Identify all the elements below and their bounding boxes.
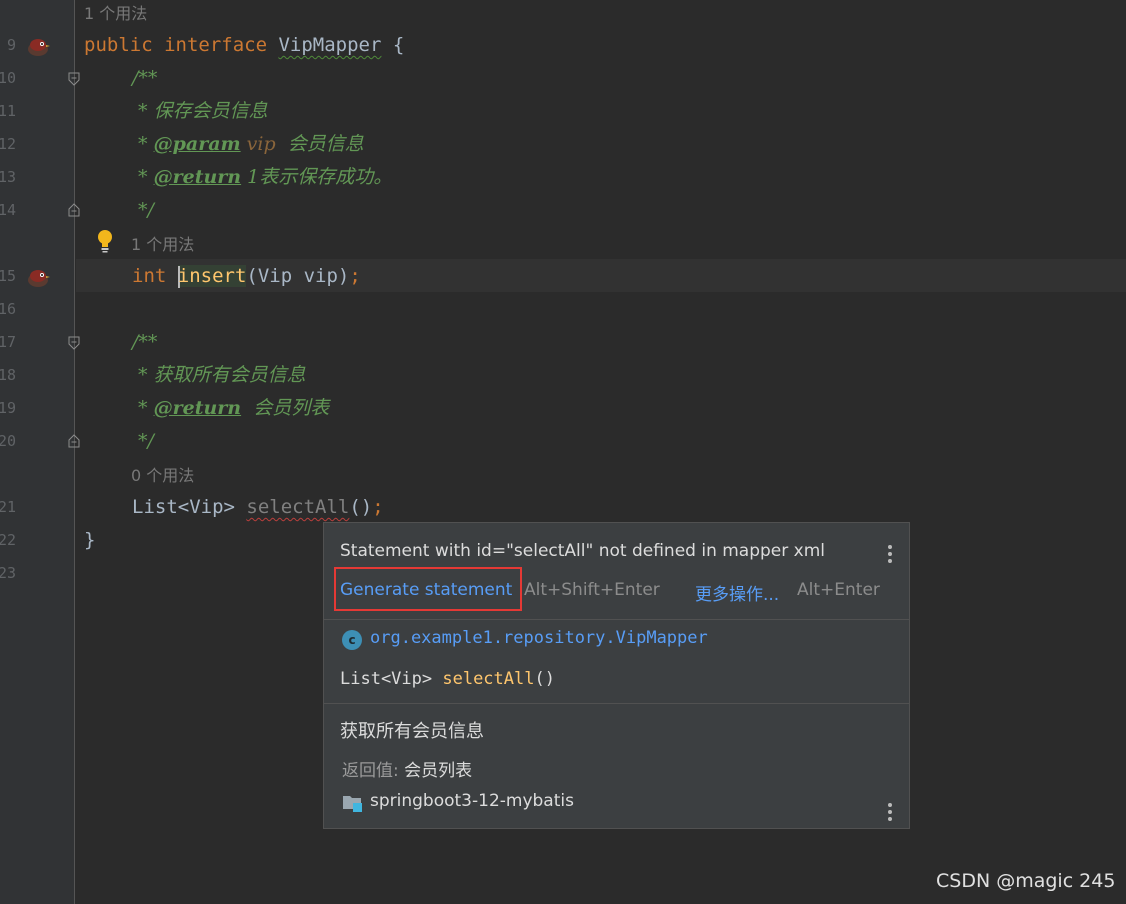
- doc-comment-open[interactable]: /**: [132, 62, 157, 95]
- usage-hint[interactable]: 1 个用法: [131, 228, 194, 261]
- generate-statement-link[interactable]: Generate statement: [340, 580, 512, 600]
- doc-return-desc: 1表示保存成功。: [241, 166, 393, 188]
- semicolon: ;: [349, 265, 361, 287]
- class-fqn-link[interactable]: org.example1.repository.VipMapper: [370, 628, 708, 648]
- line-number: 17: [0, 333, 16, 351]
- doc-comment-open[interactable]: /**: [132, 326, 157, 359]
- line-number: 9: [6, 36, 16, 54]
- line-number: 11: [0, 102, 16, 120]
- line-number: 21: [0, 498, 16, 516]
- usage-hint[interactable]: 0 个用法: [131, 459, 194, 492]
- brace: {: [381, 34, 405, 56]
- doc-param-name: vip: [240, 133, 276, 155]
- fold-collapse-icon[interactable]: [68, 72, 80, 86]
- doc-comment-close[interactable]: */: [132, 425, 154, 458]
- mybatis-navigate-icon[interactable]: [26, 266, 50, 288]
- line-number: 22: [0, 531, 16, 549]
- doc-description: 获取所有会员信息: [340, 721, 484, 742]
- module-folder-icon: [343, 796, 362, 812]
- generate-statement-shortcut: Alt+Shift+Enter: [524, 580, 660, 600]
- more-actions-shortcut: Alt+Enter: [797, 580, 880, 600]
- doc-return-desc: 会员列表: [241, 397, 330, 419]
- line-number: 23: [0, 564, 16, 582]
- interface-name: VipMapper: [278, 34, 382, 56]
- doc-comment-close[interactable]: */: [132, 194, 154, 227]
- more-options-icon[interactable]: [888, 801, 894, 823]
- doc-comment-description[interactable]: * 获取所有会员信息: [132, 359, 306, 392]
- parens: (): [349, 496, 373, 518]
- fold-end-icon[interactable]: [68, 434, 80, 448]
- line-number: 13: [0, 168, 16, 186]
- doc-star: *: [132, 133, 154, 155]
- return-label: 返回值:: [342, 761, 399, 781]
- doc-comment-param[interactable]: * @param vip 会员信息: [132, 128, 364, 161]
- line-number: 20: [0, 432, 16, 450]
- doc-tag-param: @param: [153, 133, 241, 155]
- keyword: public interface: [84, 34, 279, 56]
- more-options-icon[interactable]: [888, 543, 894, 565]
- code-line-interface[interactable]: public interface VipMapper {: [84, 29, 404, 62]
- lightbulb-icon[interactable]: [96, 229, 114, 253]
- module-name: springboot3-12-mybatis: [370, 791, 574, 811]
- line-number: 14: [0, 201, 16, 219]
- doc-tag-return: @return: [153, 397, 242, 419]
- doc-tag-return: @return: [153, 166, 242, 188]
- doc-comment-return[interactable]: * @return 会员列表: [132, 392, 329, 425]
- popup-problem-section: Statement with id="selectAll" not define…: [324, 523, 909, 620]
- fold-end-icon[interactable]: [68, 203, 80, 217]
- usage-hint[interactable]: 1 个用法: [84, 0, 147, 30]
- doc-star: *: [132, 397, 154, 419]
- method-name-insert: insert: [177, 265, 247, 288]
- popup-signature-section: c org.example1.repository.VipMapper List…: [324, 620, 909, 704]
- closing-brace[interactable]: }: [84, 524, 95, 557]
- doc-comment-return[interactable]: * @return 1表示保存成功。: [132, 161, 392, 194]
- return-value: 会员列表: [398, 761, 473, 781]
- line-number: 19: [0, 399, 16, 417]
- return-info: 返回值: 会员列表: [342, 756, 472, 781]
- type-keyword: int: [132, 265, 178, 287]
- doc-star: *: [132, 166, 154, 188]
- line-number: 12: [0, 135, 16, 153]
- return-type: List<Vip>: [132, 496, 247, 518]
- doc-param-desc: 会员信息: [275, 133, 364, 155]
- line-number: 18: [0, 366, 16, 384]
- code-line-insert[interactable]: int insert(Vip vip);: [132, 260, 361, 293]
- line-number: 15: [0, 267, 16, 285]
- mybatis-navigate-icon[interactable]: [26, 35, 50, 57]
- method-name-select-all: selectAll: [246, 496, 350, 518]
- problem-message: Statement with id="selectAll" not define…: [340, 541, 826, 561]
- more-actions-link[interactable]: 更多操作...: [695, 580, 779, 605]
- code-line-select-all[interactable]: List<Vip> selectAll();: [132, 491, 384, 524]
- fold-collapse-icon[interactable]: [68, 336, 80, 350]
- line-number: 16: [0, 300, 16, 318]
- line-number: 10: [0, 69, 16, 87]
- method-signature: List<Vip> selectAll(): [340, 669, 555, 689]
- watermark: CSDN @magic 245: [936, 870, 1116, 892]
- inspection-popup: Statement with id="selectAll" not define…: [323, 522, 910, 829]
- semicolon: ;: [372, 496, 384, 518]
- class-icon: c: [342, 630, 362, 650]
- params: (Vip vip): [246, 265, 350, 287]
- doc-comment-description[interactable]: * 保存会员信息: [132, 95, 268, 128]
